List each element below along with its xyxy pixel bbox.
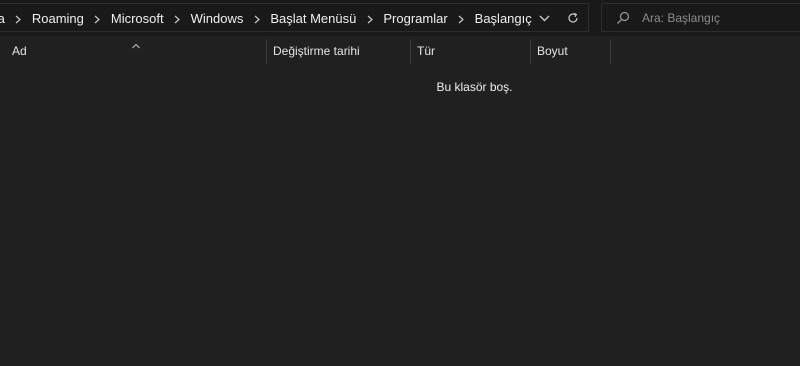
search-box[interactable]	[601, 3, 800, 32]
breadcrumb: ta Roaming Microsoft Windows Başlat Menü…	[0, 4, 534, 33]
chevron-right-icon[interactable]	[166, 12, 189, 26]
column-header-row: Ad Değiştirme tarihi Tür Boyut	[0, 36, 800, 66]
chevron-down-icon[interactable]	[534, 9, 554, 27]
search-input[interactable]	[642, 8, 792, 27]
column-header-size[interactable]: Boyut	[531, 36, 609, 64]
address-bar[interactable]: ta Roaming Microsoft Windows Başlat Menü…	[0, 3, 589, 32]
breadcrumb-item-microsoft[interactable]: Microsoft	[109, 11, 166, 26]
column-divider[interactable]	[610, 39, 611, 64]
breadcrumb-item-roaming[interactable]: Roaming	[30, 11, 86, 26]
breadcrumb-item-programs[interactable]: Programlar	[381, 11, 449, 26]
chevron-right-icon[interactable]	[358, 12, 381, 26]
refresh-icon[interactable]	[563, 9, 583, 27]
column-header-type[interactable]: Tür	[411, 36, 529, 64]
breadcrumb-item-appdata[interactable]: ta	[0, 11, 7, 26]
chevron-right-icon[interactable]	[86, 12, 109, 26]
chevron-right-icon[interactable]	[7, 12, 30, 26]
column-header-date-modified[interactable]: Değiştirme tarihi	[267, 36, 409, 64]
empty-folder-message: Bu klasör boş.	[436, 80, 513, 94]
chevron-right-icon[interactable]	[245, 12, 268, 26]
chevron-right-icon[interactable]	[450, 12, 473, 26]
breadcrumb-item-windows[interactable]: Windows	[189, 11, 246, 26]
sort-up-icon	[131, 36, 141, 49]
search-icon	[616, 11, 630, 25]
breadcrumb-item-startup[interactable]: Başlangıç	[473, 11, 534, 26]
breadcrumb-item-start-menu[interactable]: Başlat Menüsü	[268, 11, 358, 26]
navigation-bar: ta Roaming Microsoft Windows Başlat Menü…	[0, 0, 800, 36]
